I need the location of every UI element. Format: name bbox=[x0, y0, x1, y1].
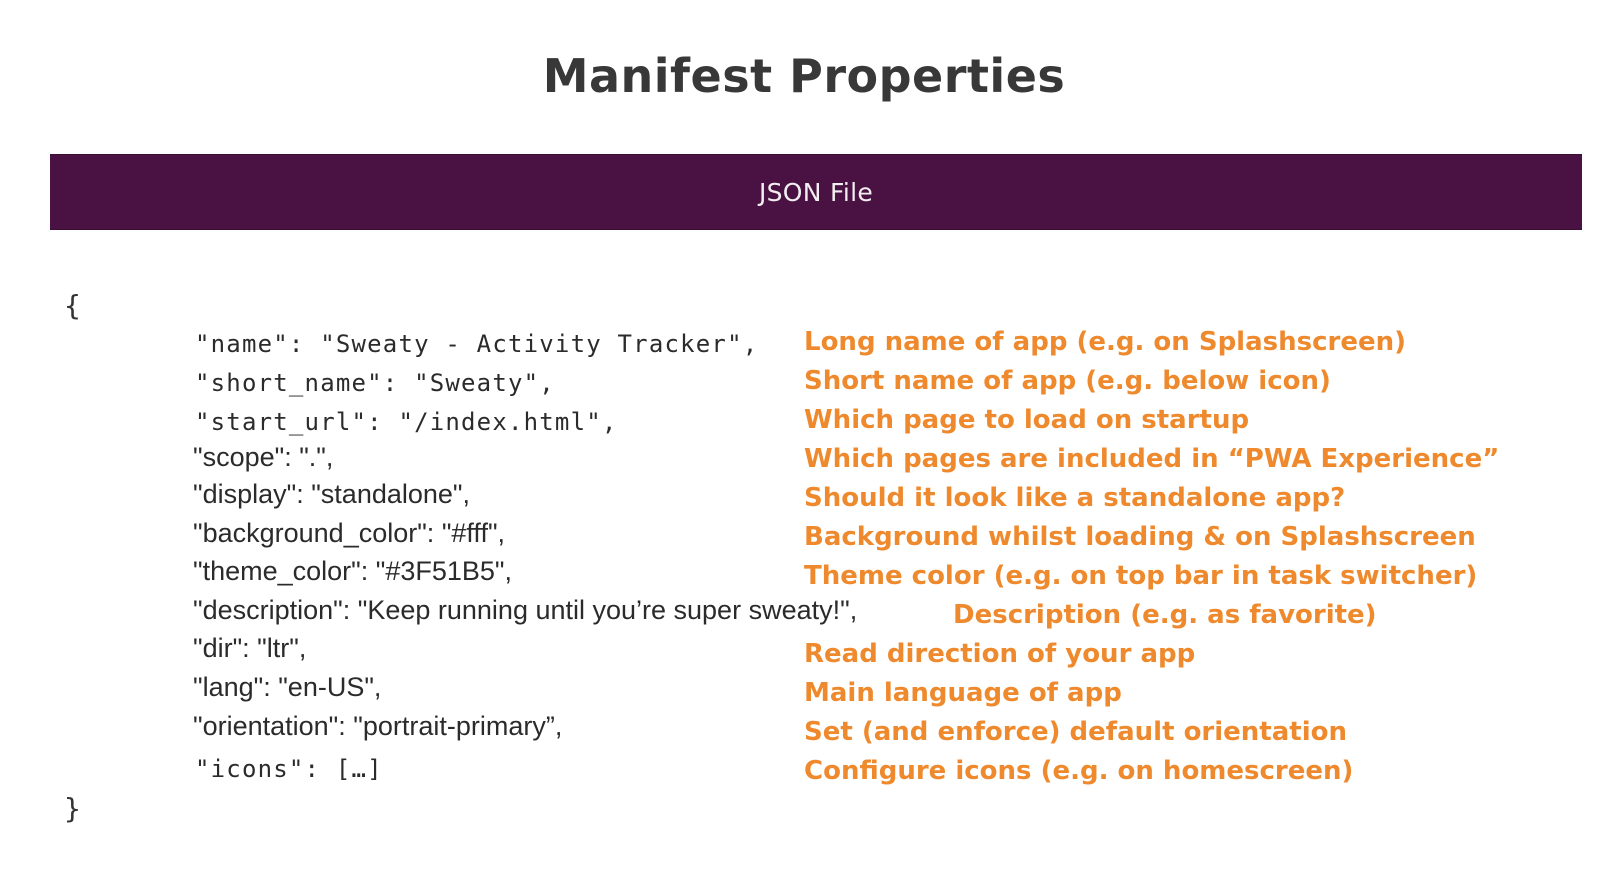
note-theme-color: Theme color (e.g. on top bar in task swi… bbox=[804, 561, 1478, 591]
note-orientation: Set (and enforce) default orientation bbox=[804, 717, 1347, 747]
code-line-icons: "icons": […] bbox=[195, 755, 383, 783]
note-description: Description (e.g. as favorite) bbox=[953, 600, 1377, 630]
note-start-url: Which page to load on startup bbox=[804, 405, 1250, 435]
code-line-short-name: "short_name": "Sweaty", bbox=[195, 369, 555, 397]
code-line-description: "description": "Keep running until you’r… bbox=[193, 595, 858, 625]
note-background-color: Background whilst loading & on Splashscr… bbox=[804, 522, 1476, 552]
banner-label: JSON File bbox=[758, 177, 874, 207]
code-line-start-url: "start_url": "/index.html", bbox=[195, 408, 618, 436]
note-name: Long name of app (e.g. on Splashscreen) bbox=[804, 327, 1406, 357]
code-line-theme-color: "theme_color": "#3F51B5", bbox=[193, 556, 513, 586]
slide-title: Manifest Properties bbox=[542, 49, 1066, 103]
note-icons: Configure icons (e.g. on homescreen) bbox=[804, 756, 1354, 786]
note-display: Should it look like a standalone app? bbox=[804, 483, 1346, 513]
close-brace: } bbox=[64, 792, 81, 825]
code-line-name: "name": "Sweaty - Activity Tracker", bbox=[195, 330, 759, 358]
code-line-orientation: "orientation": "portrait-primary”, bbox=[193, 711, 563, 741]
code-line-dir: "dir": "ltr", bbox=[193, 633, 307, 663]
note-lang: Main language of app bbox=[804, 678, 1122, 708]
code-line-lang: "lang": "en-US", bbox=[193, 672, 382, 702]
note-scope: Which pages are included in “PWA Experie… bbox=[804, 444, 1500, 474]
code-line-background-color: "background_color": "#fff", bbox=[193, 518, 506, 548]
code-line-display: "display": "standalone", bbox=[193, 479, 471, 509]
code-line-scope: "scope": ".", bbox=[193, 442, 334, 472]
open-brace: { bbox=[64, 289, 81, 322]
note-short-name: Short name of app (e.g. below icon) bbox=[804, 366, 1331, 396]
note-dir: Read direction of your app bbox=[804, 639, 1196, 669]
json-file-banner: JSON File bbox=[50, 154, 1582, 230]
